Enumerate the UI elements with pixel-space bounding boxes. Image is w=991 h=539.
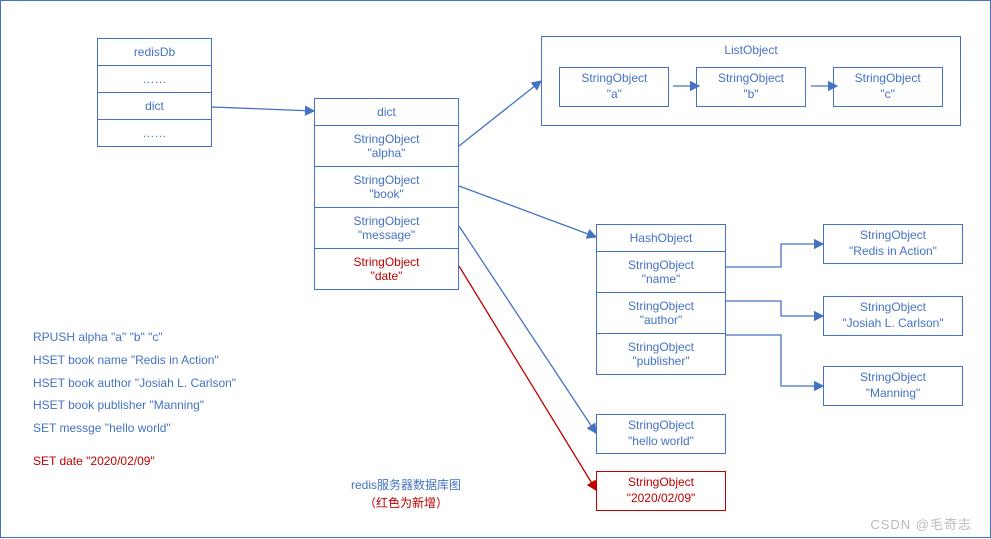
dict-row-book-l1: StringObject bbox=[323, 173, 450, 187]
hashobject-row-author: StringObject "author" bbox=[597, 293, 725, 334]
hashobject-row-publisher: StringObject "publisher" bbox=[597, 334, 725, 374]
redisdb-row-dots1: …… bbox=[98, 66, 211, 93]
listobject-item-b-l1: StringObject bbox=[697, 71, 805, 87]
listobject-item-c: StringObject "c" bbox=[833, 67, 943, 107]
listobject-container: ListObject StringObject "a" StringObject… bbox=[541, 36, 961, 126]
redisdb-row-dict: dict bbox=[98, 93, 211, 120]
hashobject-table: HashObject StringObject "name" StringObj… bbox=[596, 224, 726, 375]
listobject-item-c-l1: StringObject bbox=[834, 71, 942, 87]
dict-row-alpha-l2: "alpha" bbox=[323, 146, 450, 160]
cmd-hset-name: HSET book name "Redis in Action" bbox=[33, 349, 236, 372]
date-value-l2: "2020/02/09" bbox=[597, 491, 725, 507]
dict-row-book: StringObject "book" bbox=[315, 167, 458, 208]
listobject-title: ListObject bbox=[546, 43, 956, 59]
dict-row-book-l2: "book" bbox=[323, 187, 450, 201]
caption-line2: （红色为新增） bbox=[316, 494, 496, 512]
listobject-item-a-l2: "a" bbox=[560, 87, 668, 103]
cmd-set-message: SET messge "hello world" bbox=[33, 417, 236, 440]
redisdb-table: redisDb …… dict …… bbox=[97, 38, 212, 147]
dict-table: dict StringObject "alpha" StringObject "… bbox=[314, 98, 459, 290]
hashobject-row-author-l2: "author" bbox=[605, 313, 717, 327]
message-value: StringObject "hello world" bbox=[596, 414, 726, 454]
hashobject-row-publisher-l2: "publisher" bbox=[605, 354, 717, 368]
redisdb-title: redisDb bbox=[98, 39, 211, 66]
hashobject-title: HashObject bbox=[597, 225, 725, 252]
dict-row-alpha: StringObject "alpha" bbox=[315, 126, 458, 167]
dict-row-message: StringObject "message" bbox=[315, 208, 458, 249]
listobject-item-c-l2: "c" bbox=[834, 87, 942, 103]
hashvalue-manning-l1: StringObject bbox=[824, 370, 962, 386]
cmd-hset-author: HSET book author "Josiah L. Carlson" bbox=[33, 372, 236, 395]
hashvalue-manning-l2: "Manning" bbox=[824, 386, 962, 402]
hashvalue-josiah-l2: "Josiah L. Carlson" bbox=[824, 316, 962, 332]
hashvalue-josiah: StringObject "Josiah L. Carlson" bbox=[823, 296, 963, 336]
cmd-rpush: RPUSH alpha "a" "b" "c" bbox=[33, 326, 236, 349]
hashvalue-redis-in-action-l2: "Redis in Action" bbox=[824, 244, 962, 260]
dict-row-message-l1: StringObject bbox=[323, 214, 450, 228]
message-value-l2: "hello world" bbox=[597, 434, 725, 450]
hashvalue-manning: StringObject "Manning" bbox=[823, 366, 963, 406]
hashobject-row-name-l1: StringObject bbox=[605, 258, 717, 272]
listobject-item-b-l2: "b" bbox=[697, 87, 805, 103]
commands-list: RPUSH alpha "a" "b" "c" HSET book name "… bbox=[33, 326, 236, 473]
hashobject-row-publisher-l1: StringObject bbox=[605, 340, 717, 354]
redisdb-row-dots2: …… bbox=[98, 120, 211, 146]
hashobject-row-author-l1: StringObject bbox=[605, 299, 717, 313]
dict-row-alpha-l1: StringObject bbox=[323, 132, 450, 146]
hashobject-row-name-l2: "name" bbox=[605, 272, 717, 286]
dict-row-date-l1: StringObject bbox=[323, 255, 450, 269]
watermark: CSDN @毛奇志 bbox=[870, 514, 972, 533]
diagram-caption: redis服务器数据库图 （红色为新增） bbox=[316, 476, 496, 512]
listobject-item-b: StringObject "b" bbox=[696, 67, 806, 107]
hashobject-row-name: StringObject "name" bbox=[597, 252, 725, 293]
dict-row-date-l2: "date" bbox=[323, 269, 450, 283]
dict-title: dict bbox=[315, 99, 458, 126]
hashvalue-redis-in-action-l1: StringObject bbox=[824, 228, 962, 244]
caption-line1: redis服务器数据库图 bbox=[316, 476, 496, 494]
hashvalue-redis-in-action: StringObject "Redis in Action" bbox=[823, 224, 963, 264]
dict-row-message-l2: "message" bbox=[323, 228, 450, 242]
cmd-hset-publisher: HSET book publisher "Manning" bbox=[33, 394, 236, 417]
message-value-l1: StringObject bbox=[597, 418, 725, 434]
listobject-item-a: StringObject "a" bbox=[559, 67, 669, 107]
date-value-l1: StringObject bbox=[597, 475, 725, 491]
listobject-item-a-l1: StringObject bbox=[560, 71, 668, 87]
cmd-set-date: SET date "2020/02/09" bbox=[33, 450, 236, 473]
hashvalue-josiah-l1: StringObject bbox=[824, 300, 962, 316]
dict-row-date: StringObject "date" bbox=[315, 249, 458, 289]
date-value: StringObject "2020/02/09" bbox=[596, 471, 726, 511]
